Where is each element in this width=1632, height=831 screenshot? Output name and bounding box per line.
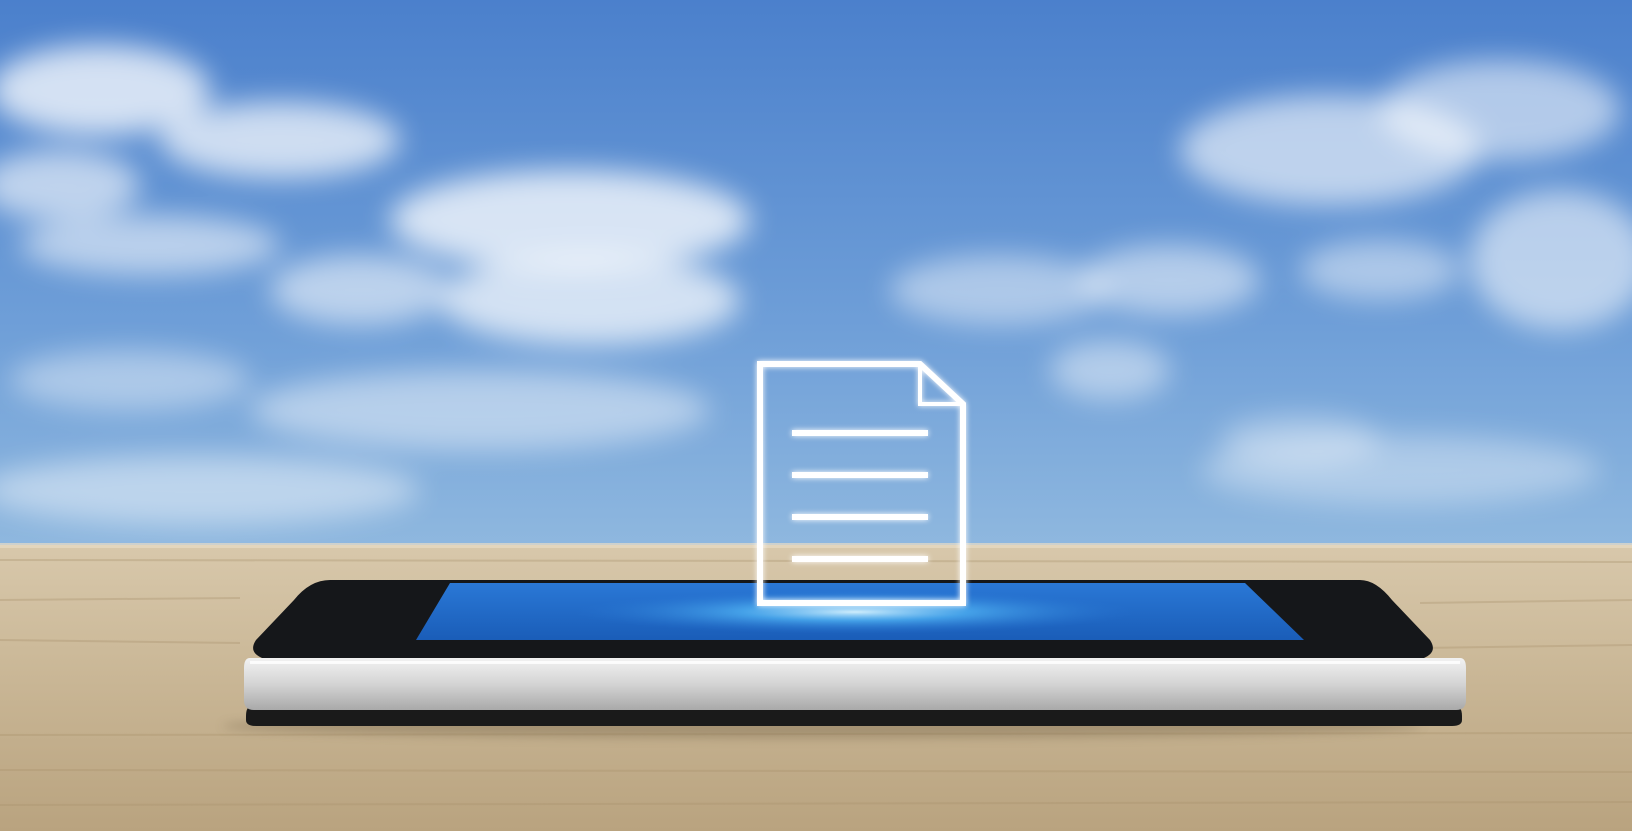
photo-scene: [0, 0, 1632, 831]
